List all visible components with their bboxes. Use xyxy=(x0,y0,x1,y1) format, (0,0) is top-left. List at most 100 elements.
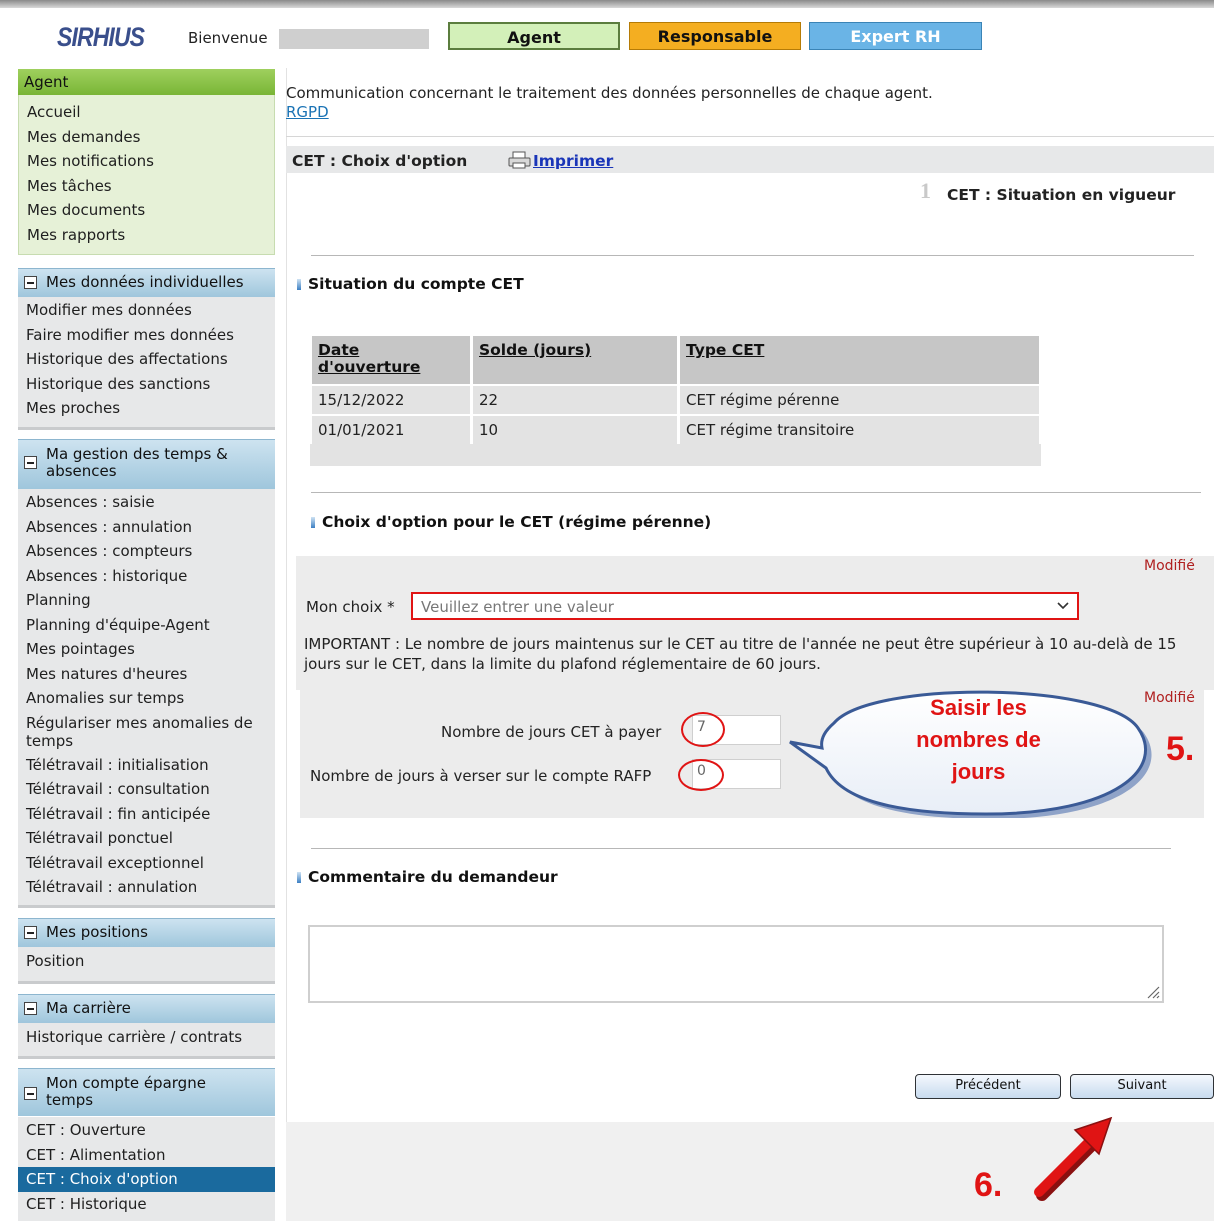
table-row: 15/12/2022 22 CET régime pérenne xyxy=(312,386,1039,414)
sidebar-item-regulariser-anomalies-cont[interactable]: temps xyxy=(18,732,275,753)
sidebar-item-cet-alimentation[interactable]: CET : Alimentation xyxy=(18,1143,275,1168)
sidebar-item-mes-rapports[interactable]: Mes rapports xyxy=(19,223,274,248)
role-tab-agent[interactable]: Agent xyxy=(448,22,620,50)
sirhius-logo[interactable]: SIRHIUS xyxy=(57,22,145,53)
sidebar-item-faire-modifier-donnees[interactable]: Faire modifier mes données xyxy=(18,323,275,348)
sidebar-header-agent[interactable]: Agent xyxy=(18,69,275,95)
sidebar-header-label: Mes données individuelles xyxy=(46,273,244,291)
role-tab-responsable[interactable]: Responsable xyxy=(629,22,801,50)
collapse-icon[interactable] xyxy=(24,926,37,939)
column-header-solde[interactable]: Solde (jours) xyxy=(473,336,677,384)
callout-line: nombres de xyxy=(916,727,1041,752)
step-6-annotation: 6. xyxy=(974,1166,1003,1204)
sidebar-item-teletravail-exceptionnel[interactable]: Télétravail exceptionnel xyxy=(18,851,275,876)
sidebar-group-cet: CET : Ouverture CET : Alimentation CET :… xyxy=(18,1117,275,1221)
sidebar-header-temps[interactable]: Ma gestion des temps & absences xyxy=(18,439,275,489)
divider xyxy=(311,492,1201,493)
collapse-icon[interactable] xyxy=(24,1087,37,1100)
sidebar-item-absences-saisie[interactable]: Absences : saisie xyxy=(18,490,275,515)
sidebar-item-absences-compteurs[interactable]: Absences : compteurs xyxy=(18,539,275,564)
section-title-text: Commentaire du demandeur xyxy=(308,868,558,886)
sidebar-item-planning-equipe[interactable]: Planning d'équipe-Agent xyxy=(18,613,275,638)
sidebar-item-teletravail-fin-anticipee[interactable]: Télétravail : fin anticipée xyxy=(18,802,275,827)
precedent-button[interactable]: Précédent xyxy=(915,1074,1061,1099)
highlight-circle xyxy=(678,759,724,791)
important-text: IMPORTANT : Le nombre de jours maintenus… xyxy=(304,635,1177,673)
sidebar-item-mes-taches[interactable]: Mes tâches xyxy=(19,174,274,199)
sidebar-item-cet-historique[interactable]: CET : Historique xyxy=(18,1192,275,1217)
step-label: CET : Situation en vigueur xyxy=(947,186,1176,204)
section-title-text: Situation du compte CET xyxy=(308,275,524,293)
sidebar-header-positions[interactable]: Mes positions xyxy=(18,918,275,947)
cell-type: CET régime pérenne xyxy=(680,386,1039,414)
sidebar-item-teletravail-consultation[interactable]: Télétravail : consultation xyxy=(18,777,275,802)
step-5-annotation: 5. xyxy=(1166,730,1195,768)
sidebar-group-agent: Accueil Mes demandes Mes notifications M… xyxy=(18,95,275,255)
sidebar-item-planning[interactable]: Planning xyxy=(18,588,275,613)
collapse-icon[interactable] xyxy=(24,1002,37,1015)
callout-bubble: Saisir les nombres de jours xyxy=(786,688,1158,819)
divider xyxy=(286,136,1214,137)
sidebar-item-historique-affectations[interactable]: Historique des affectations xyxy=(18,347,275,372)
sidebar-header-label-line2: temps xyxy=(46,1091,94,1109)
sidebar-item-absences-annulation[interactable]: Absences : annulation xyxy=(18,515,275,540)
highlight-circle xyxy=(681,712,725,747)
column-header-date[interactable]: Date d'ouverture xyxy=(312,336,470,384)
cet-table: Date d'ouverture Solde (jours) Type CET … xyxy=(309,334,1042,446)
sidebar-item-mes-proches[interactable]: Mes proches xyxy=(18,396,275,421)
collapse-icon[interactable] xyxy=(24,456,37,469)
sidebar-item-natures-heures[interactable]: Mes natures d'heures xyxy=(18,662,275,687)
sidebar-item-regulariser-anomalies[interactable]: Régulariser mes anomalies de xyxy=(18,711,275,732)
sidebar-item-position[interactable]: Position xyxy=(18,949,275,974)
sidebar-header-label: Ma carrière xyxy=(46,999,131,1017)
sidebar-item-cet-choix-option[interactable]: CET : Choix d'option xyxy=(18,1167,275,1192)
callout-line: jours xyxy=(951,759,1006,784)
sidebar-item-teletravail-ponctuel[interactable]: Télétravail ponctuel xyxy=(18,826,275,851)
sidebar-item-historique-carriere[interactable]: Historique carrière / contrats xyxy=(18,1025,275,1050)
resize-handle-icon[interactable] xyxy=(1146,985,1160,999)
sidebar-header-cet[interactable]: Mon compte épargne temps xyxy=(18,1068,275,1116)
step-number: 1 xyxy=(920,178,931,203)
column-header-label: Type CET xyxy=(686,341,765,359)
section-title-text: Choix d'option pour le CET (régime péren… xyxy=(322,513,712,531)
mon-choix-select[interactable]: Veuillez entrer une valeur xyxy=(411,592,1079,620)
cell-date: 01/01/2021 xyxy=(312,416,470,444)
sidebar-item-mes-notifications[interactable]: Mes notifications xyxy=(19,149,274,174)
modified-label: Modifié xyxy=(1144,558,1195,574)
divider xyxy=(311,848,1171,849)
select-placeholder: Veuillez entrer une valeur xyxy=(421,598,614,616)
callout-line: Saisir les xyxy=(930,695,1027,720)
sidebar-item-mes-demandes[interactable]: Mes demandes xyxy=(19,125,274,150)
sidebar-header-label-line1: Ma gestion des temps & xyxy=(46,445,228,463)
table-row: 01/01/2021 10 CET régime transitoire xyxy=(312,416,1039,444)
role-tab-expert-rh[interactable]: Expert RH xyxy=(809,22,982,50)
sidebar-header-label-line1: Mon compte épargne xyxy=(46,1074,206,1092)
print-link[interactable]: Imprimer xyxy=(533,152,613,170)
chevron-down-icon xyxy=(1057,597,1069,617)
jours-rafp-label: Nombre de jours à verser sur le compte R… xyxy=(310,767,652,785)
printer-icon[interactable] xyxy=(508,151,531,169)
rgpd-link[interactable]: RGPD xyxy=(286,103,329,121)
sidebar-item-cet-ouverture[interactable]: CET : Ouverture xyxy=(18,1118,275,1143)
sidebar-header-carriere[interactable]: Ma carrière xyxy=(18,994,275,1023)
sidebar-item-modifier-donnees[interactable]: Modifier mes données xyxy=(18,298,275,323)
sidebar-group-carriere: Historique carrière / contrats xyxy=(18,1023,275,1059)
section-marker-icon xyxy=(311,517,315,528)
suivant-button[interactable]: Suivant xyxy=(1070,1074,1214,1099)
sidebar-item-accueil[interactable]: Accueil xyxy=(19,100,274,125)
sidebar-item-historique-sanctions[interactable]: Historique des sanctions xyxy=(18,372,275,397)
sidebar-item-absences-historique[interactable]: Absences : historique xyxy=(18,564,275,589)
sidebar-item-mes-pointages[interactable]: Mes pointages xyxy=(18,637,275,662)
collapse-icon[interactable] xyxy=(24,276,37,289)
sidebar-item-teletravail-annulation[interactable]: Télétravail : annulation xyxy=(18,875,275,900)
sidebar-group-donnees: Modifier mes données Faire modifier mes … xyxy=(18,297,275,430)
column-header-type[interactable]: Type CET xyxy=(680,336,1039,384)
sidebar-header-donnees[interactable]: Mes données individuelles xyxy=(18,268,275,297)
sidebar-item-teletravail-initialisation[interactable]: Télétravail : initialisation xyxy=(18,753,275,778)
sidebar-item-anomalies-temps[interactable]: Anomalies sur temps xyxy=(18,686,275,711)
sidebar-header-label-line2: absences xyxy=(46,462,117,480)
jours-payer-label: Nombre de jours CET à payer xyxy=(441,723,662,741)
commentaire-textarea[interactable] xyxy=(308,925,1164,1003)
welcome-text: Bienvenue xyxy=(188,29,268,47)
sidebar-item-mes-documents[interactable]: Mes documents xyxy=(19,198,274,223)
